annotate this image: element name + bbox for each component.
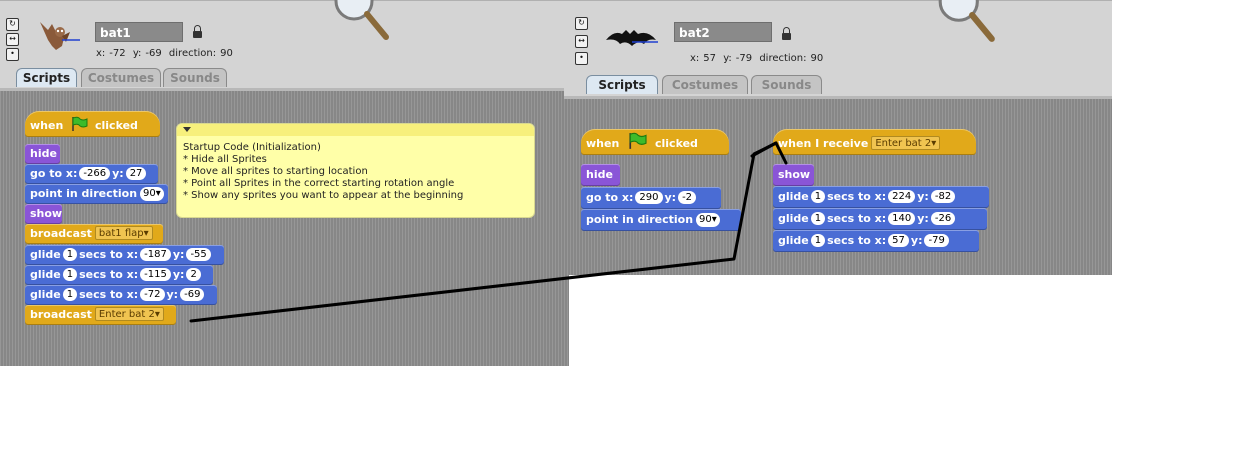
annotation-arrow (189, 141, 788, 323)
